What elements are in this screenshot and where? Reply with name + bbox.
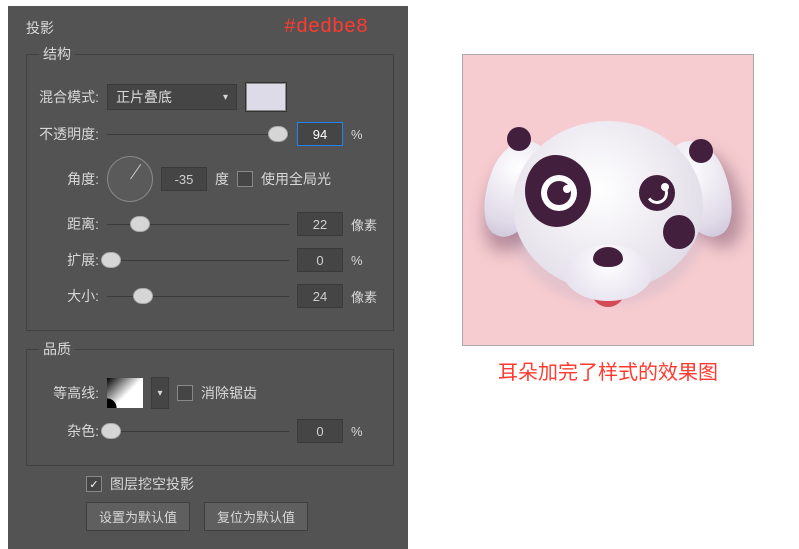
contour-label: 等高线:: [39, 383, 99, 403]
knockout-checkbox[interactable]: [86, 476, 102, 492]
chevron-down-icon: ▾: [157, 388, 162, 399]
opacity-row: 不透明度: 94 %: [39, 120, 381, 148]
distance-row: 距离: 22 像素: [39, 210, 381, 238]
dog-eye-left: [541, 175, 577, 211]
knockout-row: 图层挖空投影: [86, 474, 394, 494]
shadow-color-swatch[interactable]: [245, 82, 287, 112]
spread-label: 扩展:: [39, 250, 99, 270]
use-global-light-checkbox[interactable]: [237, 171, 253, 187]
slider-handle-icon[interactable]: [133, 288, 153, 304]
dog-nose: [593, 247, 623, 267]
angle-label: 角度:: [39, 169, 99, 189]
structure-legend: 结构: [39, 44, 75, 64]
distance-slider[interactable]: [107, 210, 289, 238]
angle-dial[interactable]: [107, 156, 153, 202]
blend-mode-label: 混合模式:: [39, 87, 99, 107]
quality-group: 品质 等高线: ▾ 消除锯齿 杂色: 0 %: [26, 339, 394, 466]
opacity-unit: %: [351, 127, 381, 142]
angle-input[interactable]: -35: [161, 167, 207, 191]
slider-handle-icon[interactable]: [101, 423, 121, 439]
contour-row: 等高线: ▾ 消除锯齿: [39, 377, 381, 409]
size-row: 大小: 24 像素: [39, 282, 381, 310]
drop-shadow-panel: 投影 #dedbe8 结构 混合模式: 正片叠底 ▾ 不透明度: 94 % 角度…: [8, 6, 408, 549]
angle-row: 角度: -35 度 使用全局光: [39, 156, 381, 202]
blend-mode-select[interactable]: 正片叠底 ▾: [107, 84, 237, 110]
slider-handle-icon[interactable]: [101, 252, 121, 268]
blend-mode-row: 混合模式: 正片叠底 ▾: [39, 82, 381, 112]
quality-legend: 品质: [39, 339, 75, 359]
noise-input[interactable]: 0: [297, 419, 343, 443]
size-input[interactable]: 24: [297, 284, 343, 308]
spread-row: 扩展: 0 %: [39, 246, 381, 274]
contour-preview[interactable]: [107, 378, 143, 408]
preview-caption: 耳朵加完了样式的效果图: [462, 356, 754, 385]
distance-unit: 像素: [351, 215, 381, 234]
angle-unit: 度: [215, 169, 229, 189]
noise-label: 杂色:: [39, 421, 99, 441]
size-slider[interactable]: [107, 282, 289, 310]
noise-row: 杂色: 0 %: [39, 417, 381, 445]
size-unit: 像素: [351, 287, 381, 306]
distance-input[interactable]: 22: [297, 212, 343, 236]
opacity-slider[interactable]: [107, 120, 289, 148]
structure-group: 结构 混合模式: 正片叠底 ▾ 不透明度: 94 % 角度: -35 度: [26, 44, 394, 331]
noise-slider[interactable]: [107, 417, 289, 445]
contour-dropdown[interactable]: ▾: [151, 377, 169, 409]
distance-label: 距离:: [39, 214, 99, 234]
use-global-light-label: 使用全局光: [261, 169, 331, 189]
slider-handle-icon[interactable]: [130, 216, 150, 232]
opacity-input[interactable]: 94: [297, 122, 343, 146]
preview-area: 耳朵加完了样式的效果图: [462, 54, 754, 385]
reset-default-button[interactable]: 复位为默认值: [204, 502, 308, 531]
size-label: 大小:: [39, 286, 99, 306]
default-buttons-row: 设置为默认值 复位为默认值: [86, 502, 394, 531]
opacity-label: 不透明度:: [39, 124, 99, 144]
knockout-label: 图层挖空投影: [110, 474, 194, 494]
color-annotation: #dedbe8: [284, 16, 368, 39]
slider-handle-icon[interactable]: [268, 126, 288, 142]
antialias-checkbox[interactable]: [177, 385, 193, 401]
dog-illustration: [462, 54, 754, 346]
spread-unit: %: [351, 253, 381, 268]
noise-unit: %: [351, 424, 381, 439]
spread-slider[interactable]: [107, 246, 289, 274]
make-default-button[interactable]: 设置为默认值: [86, 502, 190, 531]
antialias-label: 消除锯齿: [201, 383, 257, 403]
spread-input[interactable]: 0: [297, 248, 343, 272]
blend-mode-value: 正片叠底: [116, 87, 172, 107]
chevron-down-icon: ▾: [223, 92, 228, 103]
dog-eye-right: [639, 175, 675, 211]
